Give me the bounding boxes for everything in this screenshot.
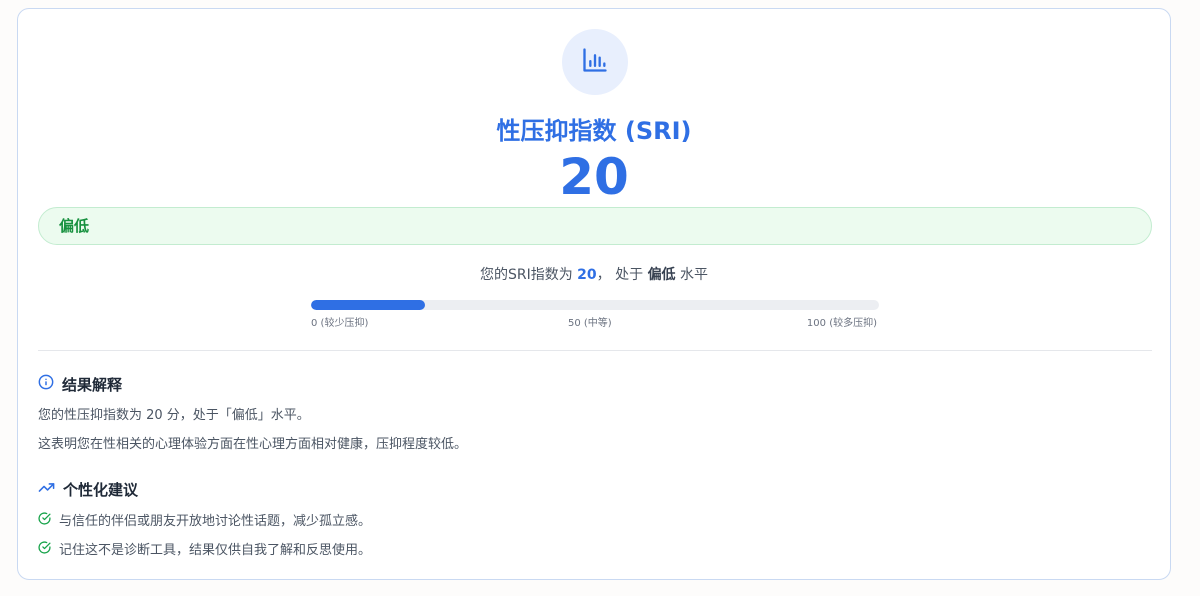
suggestion-item: 与信任的伴侣或朋友开放地讨论性话题，减少孤立感。	[38, 512, 371, 531]
interpretation-heading-text: 结果解释	[62, 375, 123, 394]
interpretation-line-2: 这表明您在性相关的心理体验方面在性心理方面相对健康，压抑程度较低。	[38, 437, 468, 452]
score-progress-bar	[311, 300, 879, 310]
summary-prefix: 您的SRI指数为	[479, 267, 573, 283]
check-circle-icon	[38, 512, 59, 531]
summary-level: 偏低	[647, 267, 676, 283]
score-progress-fill	[311, 300, 425, 310]
summary-score: 20	[577, 267, 597, 283]
scale-max-label: 100 (较多压抑)	[806, 318, 877, 329]
summary-mid: ， 处于	[596, 267, 644, 283]
suggestions-heading: 个性化建议	[38, 478, 138, 500]
suggestions-heading-text: 个性化建议	[63, 480, 139, 499]
interpretation-line-1: 您的性压抑指数为 20 分，处于「偏低」水平。	[38, 408, 310, 423]
score-summary: 您的SRI指数为 20， 处于 偏低 水平	[18, 265, 1170, 285]
summary-suffix: 水平	[680, 267, 709, 283]
suggestion-item: 记住这不是诊断工具，结果仅供自我了解和反思使用。	[38, 541, 371, 560]
suggestion-text: 记住这不是诊断工具，结果仅供自我了解和反思使用。	[59, 542, 372, 558]
level-badge: 偏低	[38, 207, 1152, 245]
suggestion-text: 与信任的伴侣或朋友开放地讨论性话题，减少孤立感。	[59, 513, 372, 529]
chart-icon-badge	[562, 29, 628, 95]
scale-min-label: 0 (较少压抑)	[311, 318, 369, 329]
bar-chart-icon	[581, 46, 609, 78]
check-circle-icon	[38, 541, 59, 560]
divider	[38, 350, 1152, 351]
info-icon	[38, 374, 62, 394]
score-value: 20	[559, 148, 629, 206]
result-card: 性压抑指数 (SRI) 20 偏低 您的SRI指数为 20， 处于 偏低 水平 …	[17, 8, 1171, 580]
interpretation-heading: 结果解释	[38, 373, 122, 395]
scale-mid-label: 50 (中等)	[568, 318, 612, 329]
trending-up-icon	[38, 479, 63, 500]
page-title: 性压抑指数 (SRI)	[496, 117, 692, 145]
